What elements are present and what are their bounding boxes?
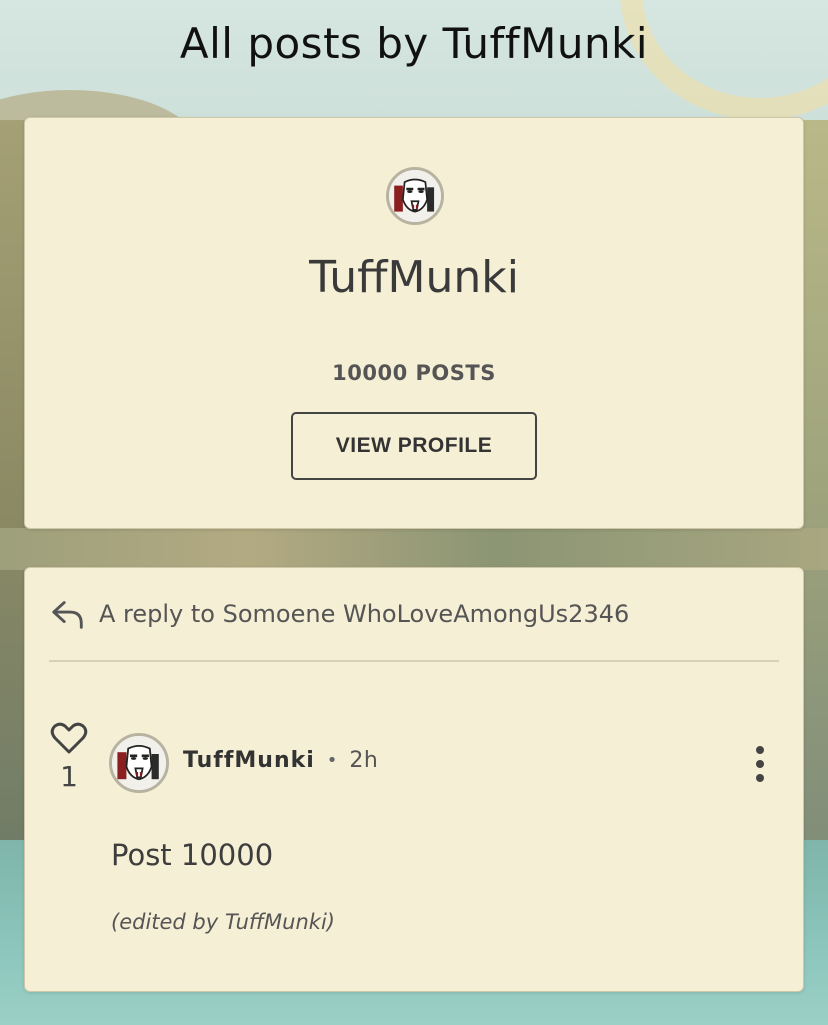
avatar-image: [389, 170, 441, 222]
post-author-avatar[interactable]: [109, 733, 169, 793]
vertical-ellipsis-icon: [756, 774, 764, 782]
post-meta: TuffMunki • 2h: [183, 748, 378, 773]
background-forest-band: [0, 528, 828, 570]
post-body: Post 10000: [111, 838, 274, 872]
like-count: 1: [60, 760, 78, 793]
reply-to-label: A reply to Somoene WhoLoveAmongUs2346: [99, 600, 630, 628]
meta-separator: •: [326, 750, 338, 771]
profile-posts-count: 10000 POSTS: [332, 361, 496, 385]
vertical-ellipsis-icon: [756, 746, 764, 754]
page-title: All posts by TuffMunki: [179, 19, 649, 68]
post-timestamp[interactable]: 2h: [349, 748, 378, 773]
avatar-image: [112, 736, 166, 790]
more-options-button[interactable]: [745, 742, 775, 786]
reply-context[interactable]: A reply to Somoene WhoLoveAmongUs2346: [49, 592, 629, 636]
post-author-name[interactable]: TuffMunki: [183, 748, 315, 773]
like-control: 1: [47, 720, 91, 793]
heart-outline-icon[interactable]: [49, 720, 89, 756]
profile-avatar[interactable]: [386, 167, 444, 225]
divider: [49, 660, 779, 662]
edited-note: (edited by TuffMunki): [111, 910, 335, 934]
view-profile-button[interactable]: VIEW PROFILE: [291, 412, 537, 480]
profile-card: TuffMunki 10000 POSTS VIEW PROFILE: [24, 117, 804, 529]
background-tree-right: [802, 120, 828, 880]
profile-username: TuffMunki: [309, 252, 519, 303]
reply-arrow-icon: [52, 601, 83, 629]
vertical-ellipsis-icon: [756, 760, 764, 768]
post-card: A reply to Somoene WhoLoveAmongUs2346 1: [24, 567, 804, 992]
